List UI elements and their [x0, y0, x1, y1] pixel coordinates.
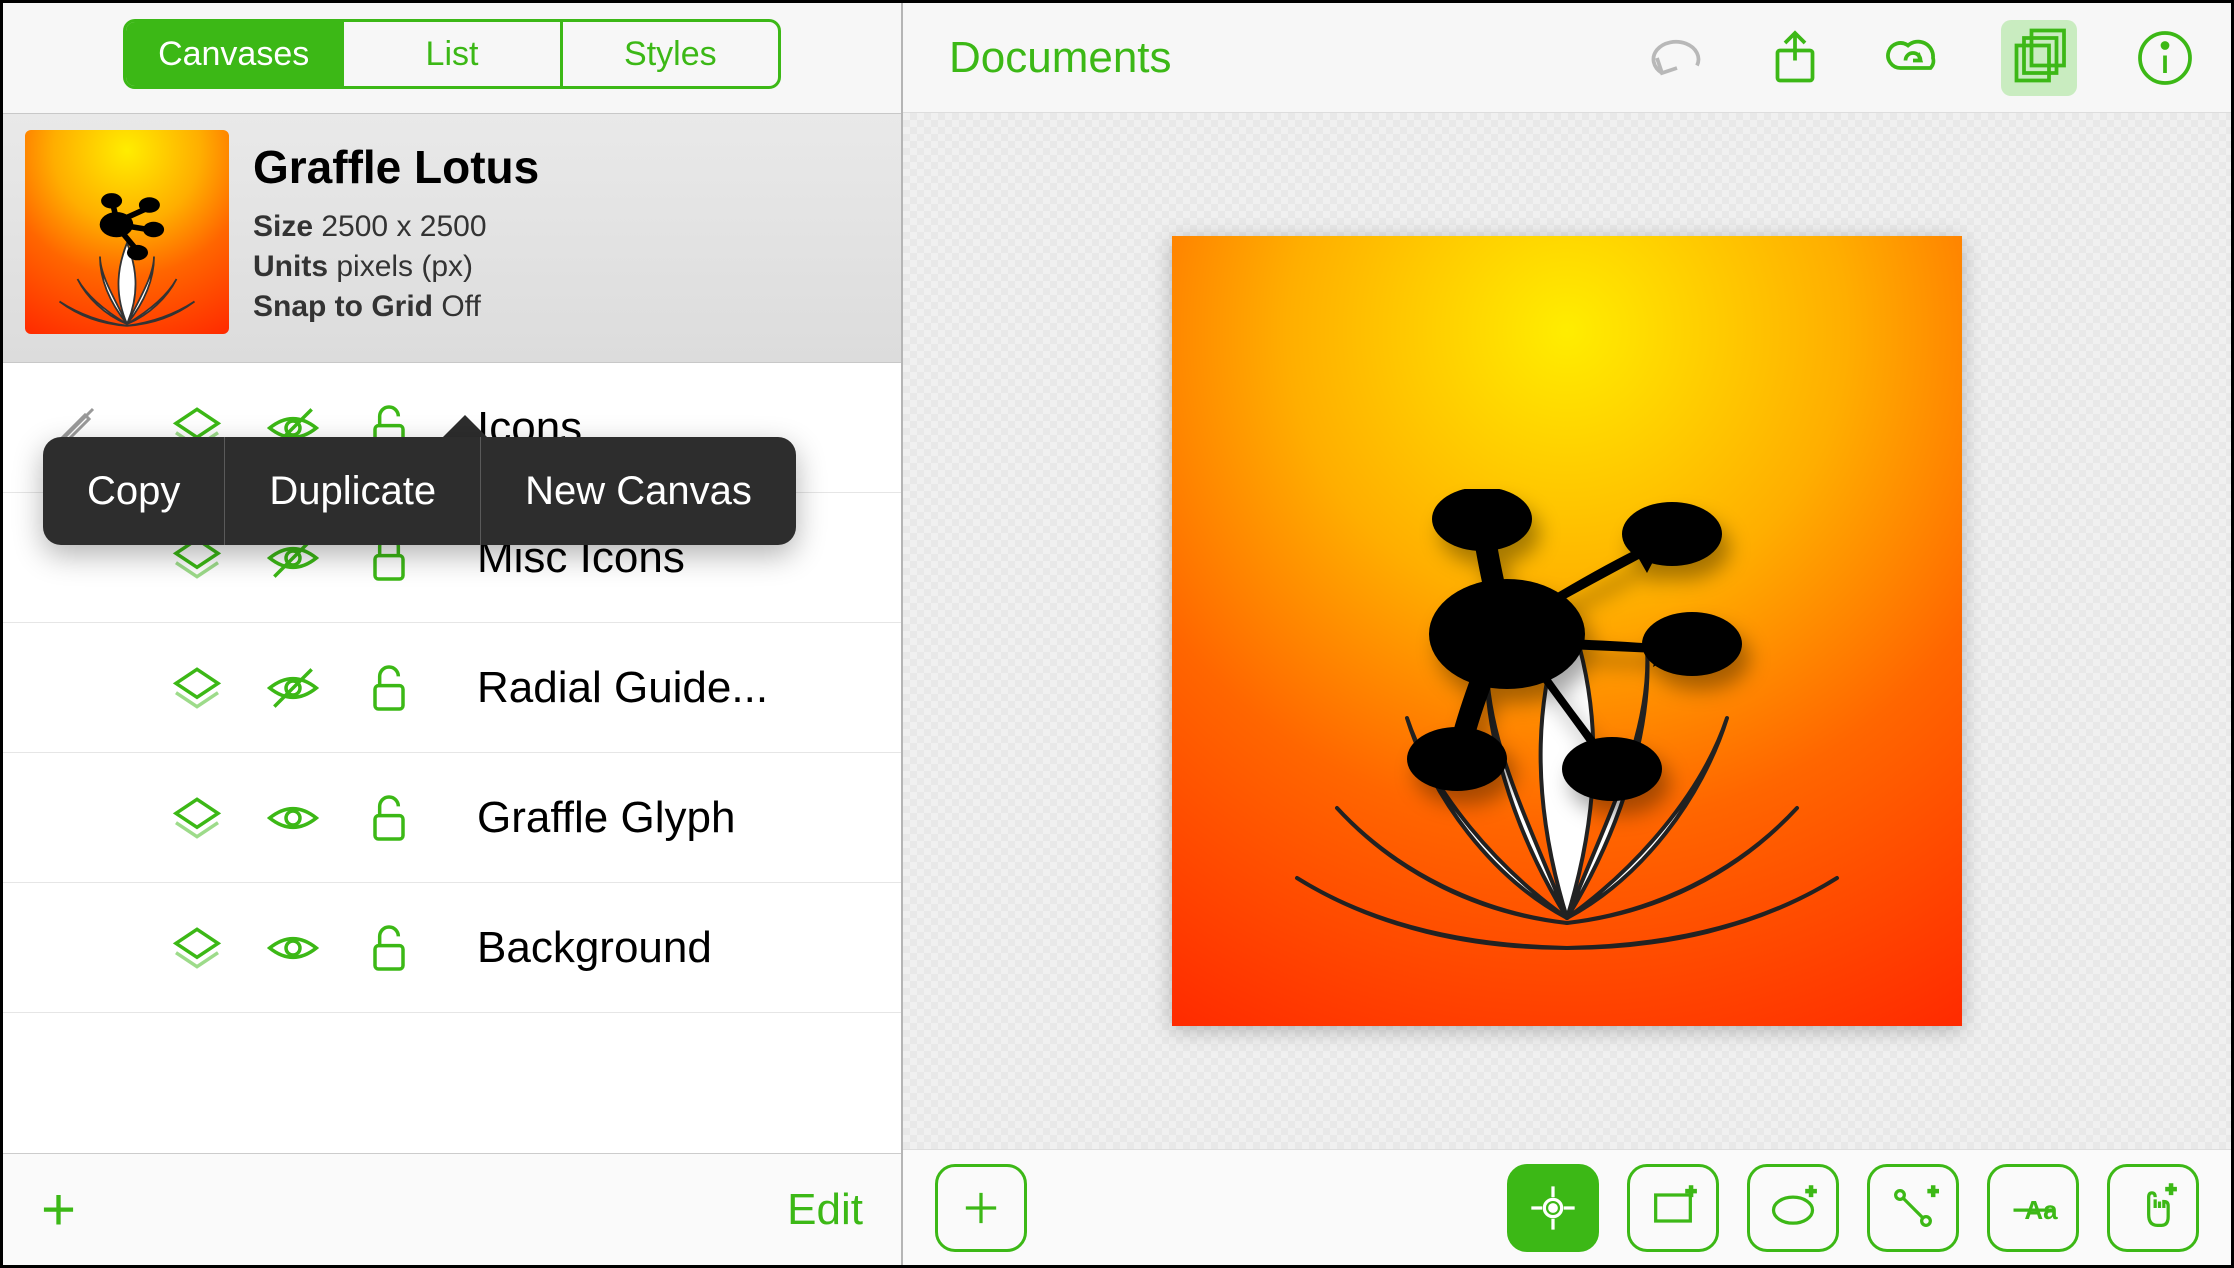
ellipse-icon[interactable]: + — [1747, 1164, 1839, 1252]
layer-label: Background — [477, 923, 877, 973]
canvas-info: Graffle Lotus Size 2500 x 2500 Units pix… — [253, 140, 539, 324]
layer-row[interactable]: Radial Guide... — [3, 623, 901, 753]
layer-row[interactable]: Graffle Glyph — [3, 753, 901, 883]
text-tool-icon[interactable]: Aa — [1987, 1164, 2079, 1252]
canvas-units: Units pixels (px) — [253, 250, 539, 284]
tab-styles[interactable]: Styles — [560, 22, 778, 86]
popover-arrow — [443, 415, 487, 437]
tab-canvases[interactable]: Canvases — [126, 22, 341, 86]
svg-text:+: + — [1928, 1182, 1938, 1201]
glyph-icon — [82, 191, 172, 261]
sidebar-bottom-bar: + Edit — [3, 1153, 901, 1265]
layer-label: Graffle Glyph — [477, 793, 877, 843]
add-button[interactable]: + — [41, 1175, 76, 1244]
popover-new-canvas[interactable]: New Canvas — [480, 437, 796, 545]
eye-off-icon[interactable] — [265, 660, 321, 716]
segmented-control: Canvases List Styles — [123, 19, 781, 89]
canvases-icon[interactable] — [2001, 20, 2077, 96]
layer-row[interactable]: Background — [3, 883, 901, 1013]
canvas-header[interactable]: Graffle Lotus Size 2500 x 2500 Units pix… — [3, 113, 901, 363]
shared-layer-icon[interactable] — [169, 660, 225, 716]
canvas-size: Size 2500 x 2500 — [253, 210, 539, 244]
main-pane: Documents — [903, 3, 2231, 1265]
toolbar-top: Documents — [903, 3, 2231, 113]
context-popover: Copy Duplicate New Canvas — [43, 415, 796, 545]
lock-open-icon[interactable] — [361, 790, 417, 846]
tab-list[interactable]: List — [341, 22, 559, 86]
svg-text:+: + — [2166, 1182, 2176, 1199]
rectangle-icon[interactable]: + — [1627, 1164, 1719, 1252]
documents-button[interactable]: Documents — [949, 33, 1172, 83]
sidebar: Canvases List Styles — [3, 3, 903, 1265]
line-tool-icon[interactable]: + — [1867, 1164, 1959, 1252]
toolbar-bottom: + + + Aa + — [903, 1149, 2231, 1265]
segmented-wrap: Canvases List Styles — [3, 3, 901, 113]
touch-icon[interactable]: + — [2107, 1164, 2199, 1252]
lock-open-icon[interactable] — [361, 920, 417, 976]
plus-square-icon[interactable] — [935, 1164, 1027, 1252]
edit-button[interactable]: Edit — [787, 1185, 863, 1235]
canvas-thumbnail — [25, 130, 229, 334]
undo-icon[interactable] — [1647, 28, 1707, 88]
popover-duplicate[interactable]: Duplicate — [224, 437, 480, 545]
lock-open-icon[interactable] — [361, 660, 417, 716]
glyph-artwork — [1367, 489, 1767, 809]
canvas-viewport[interactable] — [903, 113, 2231, 1149]
svg-text:+: + — [1806, 1182, 1816, 1201]
layer-label: Radial Guide... — [477, 663, 877, 713]
cloud-sync-icon[interactable] — [1883, 28, 1943, 88]
canvas-title: Graffle Lotus — [253, 140, 539, 194]
shared-layer-icon[interactable] — [169, 790, 225, 846]
shared-layer-icon[interactable] — [169, 920, 225, 976]
share-icon[interactable] — [1765, 28, 1825, 88]
svg-text:Aa: Aa — [2024, 1194, 2058, 1224]
popover-copy[interactable]: Copy — [43, 437, 224, 545]
crosshair-icon[interactable] — [1507, 1164, 1599, 1252]
info-icon[interactable] — [2135, 28, 2195, 88]
svg-text:+: + — [1686, 1182, 1696, 1201]
eye-icon[interactable] — [265, 790, 321, 846]
eye-icon[interactable] — [265, 920, 321, 976]
canvas-snap: Snap to Grid Off — [253, 290, 539, 324]
canvas-document[interactable] — [1172, 236, 1962, 1026]
